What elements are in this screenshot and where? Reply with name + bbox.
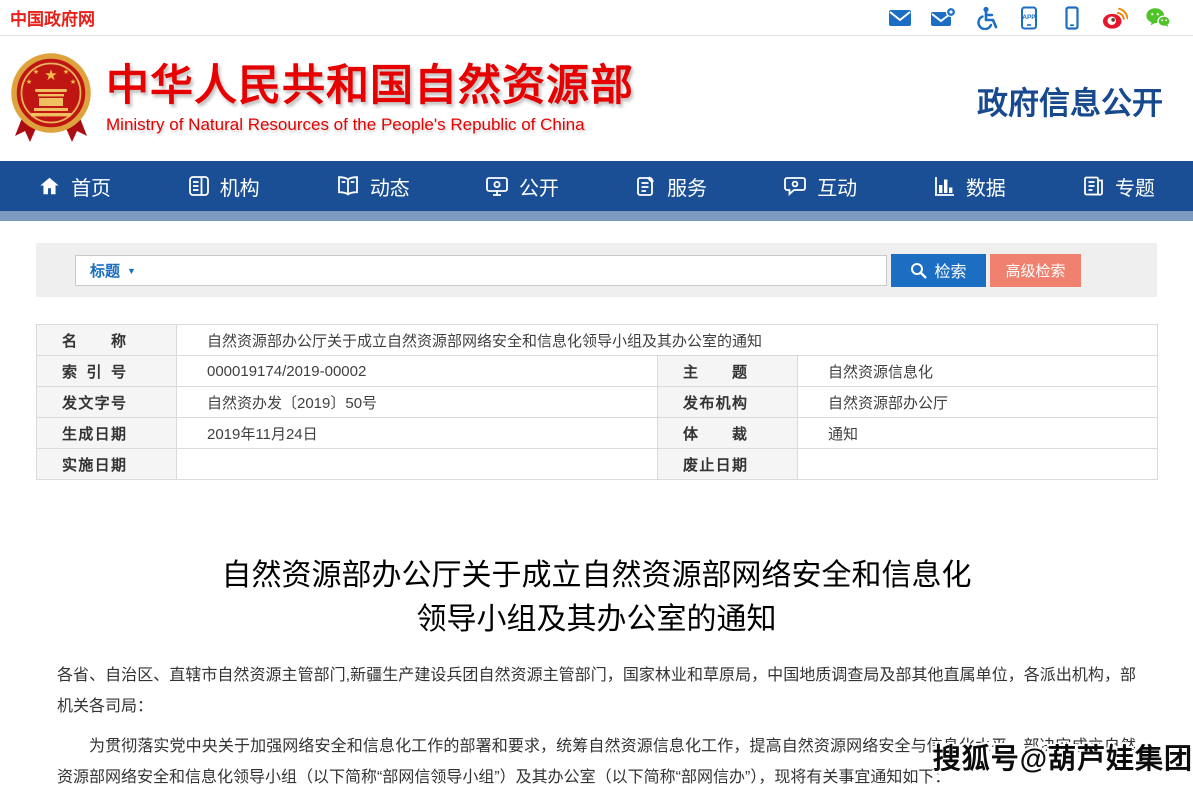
meta-label-issuing-org: 发布机构 — [658, 387, 798, 418]
wechat-icon[interactable] — [1145, 5, 1171, 31]
meta-value-issuing-org: 自然资源部办公厅 — [798, 387, 1158, 418]
nav-item-news[interactable]: 动态 — [298, 161, 447, 211]
meta-value-doc-no: 自然资办发〔2019〕50号 — [177, 387, 658, 418]
search-section: 标题 ▼ 检索 高级检索 — [36, 243, 1157, 297]
header-brand[interactable]: ★ ★ ★ ★ ★ 中华人民共和国自然资源部 Ministry of Natur… — [8, 53, 634, 145]
search-button[interactable]: 检索 — [891, 254, 986, 287]
table-row: 索引号 000019174/2019-00002 主题 自然资源信息化 — [37, 356, 1158, 387]
home-icon — [38, 175, 61, 197]
meta-label-subject: 主题 — [658, 356, 798, 387]
meta-value-name: 自然资源部办公厅关于成立自然资源部网络安全和信息化领导小组及其办公室的通知 — [177, 325, 1158, 356]
meta-label-index-no: 索引号 — [37, 356, 177, 387]
nav-item-data[interactable]: 数据 — [895, 161, 1044, 211]
mobile-icon[interactable] — [1059, 5, 1085, 31]
svg-text:★: ★ — [44, 67, 57, 84]
ministry-name-cn: 中华人民共和国自然资源部 — [106, 62, 634, 110]
nav-item-interaction[interactable]: 互动 — [746, 161, 895, 211]
paragraph-addressees: 各省、自治区、直辖市自然资源主管部门,新疆生产建设兵团自然资源主管部门，国家林业… — [0, 660, 1193, 722]
search-field-selector[interactable]: 标题 — [90, 260, 120, 281]
meta-label-genre: 体裁 — [658, 418, 798, 449]
search-input[interactable]: 标题 ▼ — [75, 255, 887, 286]
svg-text:★: ★ — [26, 78, 32, 86]
data-icon — [933, 175, 956, 197]
nav-item-organization[interactable]: 机构 — [149, 161, 298, 211]
magnifier-icon — [910, 262, 927, 279]
meta-label-created-date: 生成日期 — [37, 418, 177, 449]
document-meta-table: 名称 自然资源部办公厅关于成立自然资源部网络安全和信息化领导小组及其办公室的通知… — [36, 324, 1158, 480]
meta-value-subject: 自然资源信息化 — [798, 356, 1158, 387]
meta-value-index-no: 000019174/2019-00002 — [177, 356, 658, 387]
meta-value-created-date: 2019年11月24日 — [177, 418, 658, 449]
nav-item-home[interactable]: 首页 — [0, 161, 149, 211]
gov-site-link[interactable]: 中国政府网 — [10, 5, 95, 30]
sohu-watermark: 搜狐号@葫芦娃集团 — [933, 737, 1193, 777]
table-row: 实施日期 废止日期 — [37, 449, 1158, 480]
gov-info-disclosure-title: 政府信息公开 — [977, 74, 1163, 123]
meta-value-repeal-date — [798, 449, 1158, 480]
app-icon[interactable]: APP — [1016, 5, 1042, 31]
table-row: 发文字号 自然资办发〔2019〕50号 发布机构 自然资源部办公厅 — [37, 387, 1158, 418]
document-title: 自然资源部办公厅关于成立自然资源部网络安全和信息化领导小组及其办公室的通知 — [217, 554, 977, 642]
svg-text:APP: APP — [1022, 14, 1036, 21]
news-icon — [336, 175, 360, 197]
national-emblem-icon: ★ ★ ★ ★ ★ — [8, 53, 94, 145]
nav-item-service[interactable]: 服务 — [597, 161, 746, 211]
advanced-search-button[interactable]: 高级检索 — [990, 254, 1081, 287]
meta-label-doc-no: 发文字号 — [37, 387, 177, 418]
organization-icon — [188, 175, 210, 197]
mail-icon[interactable] — [887, 5, 913, 31]
topics-icon — [1082, 175, 1105, 197]
table-row: 生成日期 2019年11月24日 体裁 通知 — [37, 418, 1158, 449]
disclosure-icon — [485, 175, 509, 197]
meta-value-genre: 通知 — [798, 418, 1158, 449]
header-titles: 中华人民共和国自然资源部 Ministry of Natural Resourc… — [106, 62, 634, 135]
ministry-name-en: Ministry of Natural Resources of the Peo… — [106, 115, 634, 135]
svg-text:★: ★ — [33, 68, 39, 76]
table-row: 名称 自然资源部办公厅关于成立自然资源部网络安全和信息化领导小组及其办公室的通知 — [37, 325, 1158, 356]
svg-text:★: ★ — [70, 78, 76, 86]
svg-text:★: ★ — [63, 68, 69, 76]
weibo-icon[interactable] — [1102, 5, 1128, 31]
meta-label-effective-date: 实施日期 — [37, 449, 177, 480]
accessibility-icon[interactable] — [973, 5, 999, 31]
meta-label-name: 名称 — [37, 325, 177, 356]
service-icon — [635, 175, 657, 197]
nav-item-disclosure[interactable]: 公开 — [447, 161, 596, 211]
mail-subscribe-icon[interactable] — [930, 5, 956, 31]
interaction-icon — [783, 175, 807, 197]
main-nav: 首页 机构 动态 公开 服务 互动 数据 — [0, 161, 1193, 211]
meta-label-repeal-date: 废止日期 — [658, 449, 798, 480]
top-bar: 中国政府网 APP — [0, 0, 1193, 36]
topbar-icon-group: APP — [887, 5, 1171, 31]
site-header: ★ ★ ★ ★ ★ 中华人民共和国自然资源部 Ministry of Natur… — [0, 36, 1193, 161]
meta-value-effective-date — [177, 449, 658, 480]
chevron-down-icon[interactable]: ▼ — [127, 266, 136, 276]
nav-item-topics[interactable]: 专题 — [1044, 161, 1193, 211]
nav-bottom-strip — [0, 211, 1193, 221]
